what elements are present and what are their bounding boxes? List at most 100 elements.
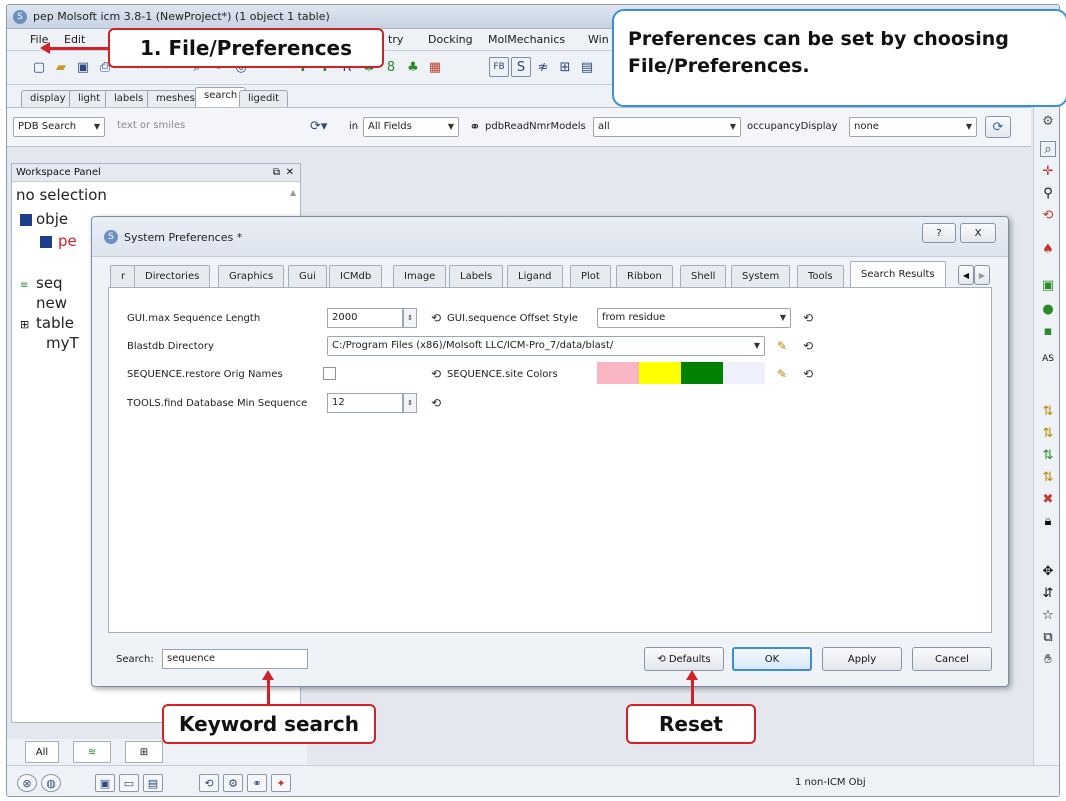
restore-names-reset-icon[interactable]: ⟲ <box>427 365 445 383</box>
edit-icon[interactable]: ▤ <box>577 57 597 77</box>
rotate-icon[interactable]: ⟲ <box>1040 207 1056 223</box>
sequence-icon[interactable]: S <box>511 57 531 77</box>
tab-plot[interactable]: Plot <box>570 265 611 287</box>
zoom-icon[interactable]: ⚲ <box>1040 185 1056 201</box>
dialog-close-button[interactable]: X <box>960 223 996 243</box>
open-icon[interactable]: ▰ <box>51 57 71 77</box>
offset-style-select[interactable]: from residue ▼ <box>597 308 791 328</box>
tab-light[interactable]: light <box>69 90 110 107</box>
tree-item-tables[interactable]: table <box>36 314 74 332</box>
float-icon[interactable]: ⧉ <box>273 164 280 181</box>
tab-all[interactable]: All <box>25 741 59 763</box>
search-field-select[interactable]: All Fields ▼ <box>363 117 459 137</box>
stop-icon[interactable]: ⊗ <box>17 774 37 792</box>
view1-icon[interactable]: ▣ <box>95 774 115 792</box>
tab-ribbon[interactable]: Ribbon <box>616 265 673 287</box>
view7-icon[interactable]: ✦ <box>271 774 291 792</box>
view2-icon[interactable]: ▭ <box>119 774 139 792</box>
view5-icon[interactable]: ⚙ <box>223 774 243 792</box>
move-icon[interactable]: ✛ <box>1040 163 1056 179</box>
tab-ligand[interactable]: Ligand <box>507 265 563 287</box>
tab-scroll-right-button[interactable]: ▶ <box>974 265 990 285</box>
offset-style-reset-icon[interactable]: ⟲ <box>799 309 817 327</box>
plane-icon[interactable]: ⇅ <box>1040 469 1056 485</box>
tools-min-seq-input[interactable]: 12 <box>327 393 403 413</box>
menu-edit[interactable]: Edit <box>59 32 90 47</box>
tab-graphics[interactable]: Graphics <box>218 265 285 287</box>
close-icon[interactable]: ✕ <box>286 164 294 181</box>
star-icon[interactable]: ☆ <box>1040 607 1056 623</box>
site-colors-reset-icon[interactable]: ⟲ <box>799 365 817 383</box>
box-icon[interactable]: ▣ <box>1040 277 1056 293</box>
fb-icon[interactable]: FB <box>489 57 509 77</box>
view3-icon[interactable]: ▤ <box>143 774 163 792</box>
blastdb-select[interactable]: C:/Program Files (x86)/Molsoft LLC/ICM-P… <box>327 336 765 356</box>
tab-image[interactable]: Image <box>393 265 447 287</box>
tab-system[interactable]: System <box>731 265 791 287</box>
transform-icon[interactable]: ✥ <box>1040 563 1056 579</box>
blastdb-edit-icon[interactable]: ✎ <box>773 337 791 355</box>
tab-labels[interactable]: labels <box>105 90 153 107</box>
tab-labels[interactable]: Labels <box>449 265 504 287</box>
bond-icon[interactable]: 8 <box>381 57 401 77</box>
tab-tools[interactable]: Tools <box>797 265 844 287</box>
tree-item-objects[interactable]: obje <box>36 210 68 228</box>
tab-search-results[interactable]: Search Results <box>850 261 946 287</box>
hand-icon[interactable]: ✋︎ <box>1040 651 1056 667</box>
tab-directories[interactable]: Directories <box>134 265 211 287</box>
tab-gui[interactable]: Gui <box>288 265 327 287</box>
tree-item-new[interactable]: new <box>36 294 67 312</box>
nmr-models-select[interactable]: all ▼ <box>593 117 741 137</box>
tools-min-seq-reset-icon[interactable]: ⟲ <box>427 394 445 412</box>
blastdb-reset-icon[interactable]: ⟲ <box>799 337 817 355</box>
sort-icon[interactable]: ⇵ <box>1040 585 1056 601</box>
torsion-icon[interactable]: ⇅ <box>1040 447 1056 463</box>
binoculars-search-icon[interactable]: ⚭ <box>465 117 485 137</box>
as-icon[interactable]: AS <box>1040 351 1056 367</box>
view6-icon[interactable]: ⚭ <box>247 774 267 792</box>
tab-display[interactable]: display <box>21 90 75 107</box>
tab-scroll-left-button[interactable]: ◀ <box>958 265 974 285</box>
tree-item-mytable[interactable]: myT <box>46 334 79 352</box>
max-seq-reset-icon[interactable]: ⟲ <box>427 309 445 327</box>
angle-icon[interactable]: ⇅ <box>1040 425 1056 441</box>
site-colors-swatches[interactable] <box>597 362 765 384</box>
cancel-button[interactable]: Cancel <box>912 647 992 671</box>
site-color-3[interactable] <box>681 362 723 384</box>
view4-icon[interactable]: ⟲ <box>199 774 219 792</box>
save-icon[interactable]: ▣ <box>73 57 93 77</box>
search-options-icon[interactable]: ⟳▾ <box>310 119 327 134</box>
erase-icon[interactable]: ✖ <box>1040 491 1056 507</box>
site-color-1[interactable] <box>597 362 639 384</box>
tab-table-icon[interactable]: ⊞ <box>125 741 163 763</box>
site-colors-edit-icon[interactable]: ✎ <box>773 365 791 383</box>
tab-prev-partial[interactable]: r <box>110 265 137 287</box>
distance-icon[interactable]: ⇅ <box>1040 403 1056 419</box>
grid-icon[interactable]: ▦ <box>425 57 445 77</box>
tools-min-seq-stepper[interactable]: ⇕ <box>403 393 417 413</box>
ok-button[interactable]: OK <box>732 647 812 671</box>
gear-icon[interactable]: ⚙ <box>1040 113 1056 129</box>
preferences-search-input[interactable]: sequence <box>162 649 308 669</box>
tab-ligedit[interactable]: ligedit <box>239 90 289 107</box>
ligand-icon[interactable]: ♠ <box>1040 241 1056 257</box>
scrollbar-up-icon[interactable]: ▲ <box>290 188 296 197</box>
small-box-icon[interactable]: ▪ <box>1040 323 1056 339</box>
chem2-icon[interactable]: ♣ <box>403 57 423 77</box>
refresh-button[interactable]: ⟳ <box>985 116 1011 138</box>
occupancy-select[interactable]: none ▼ <box>849 117 977 137</box>
site-color-4[interactable] <box>723 362 765 384</box>
tab-sequences-icon[interactable]: ≋ <box>73 741 111 763</box>
network-icon[interactable]: ◍ <box>41 774 61 792</box>
max-seq-stepper[interactable]: ⇕ <box>403 308 417 328</box>
dialog-help-button[interactable]: ? <box>922 223 956 243</box>
tree-item-sequences[interactable]: seq <box>36 274 63 292</box>
atom-icon[interactable]: ● <box>1040 301 1056 317</box>
tab-shell[interactable]: Shell <box>680 265 727 287</box>
tab-icmdb[interactable]: ICMdb <box>329 265 383 287</box>
align-icon[interactable]: ≉ <box>533 57 553 77</box>
table-icon[interactable]: ⊞ <box>555 57 575 77</box>
restore-names-checkbox[interactable] <box>323 367 336 380</box>
max-seq-input[interactable]: 2000 <box>327 308 403 328</box>
tree-item-pep[interactable]: pe <box>58 232 77 250</box>
